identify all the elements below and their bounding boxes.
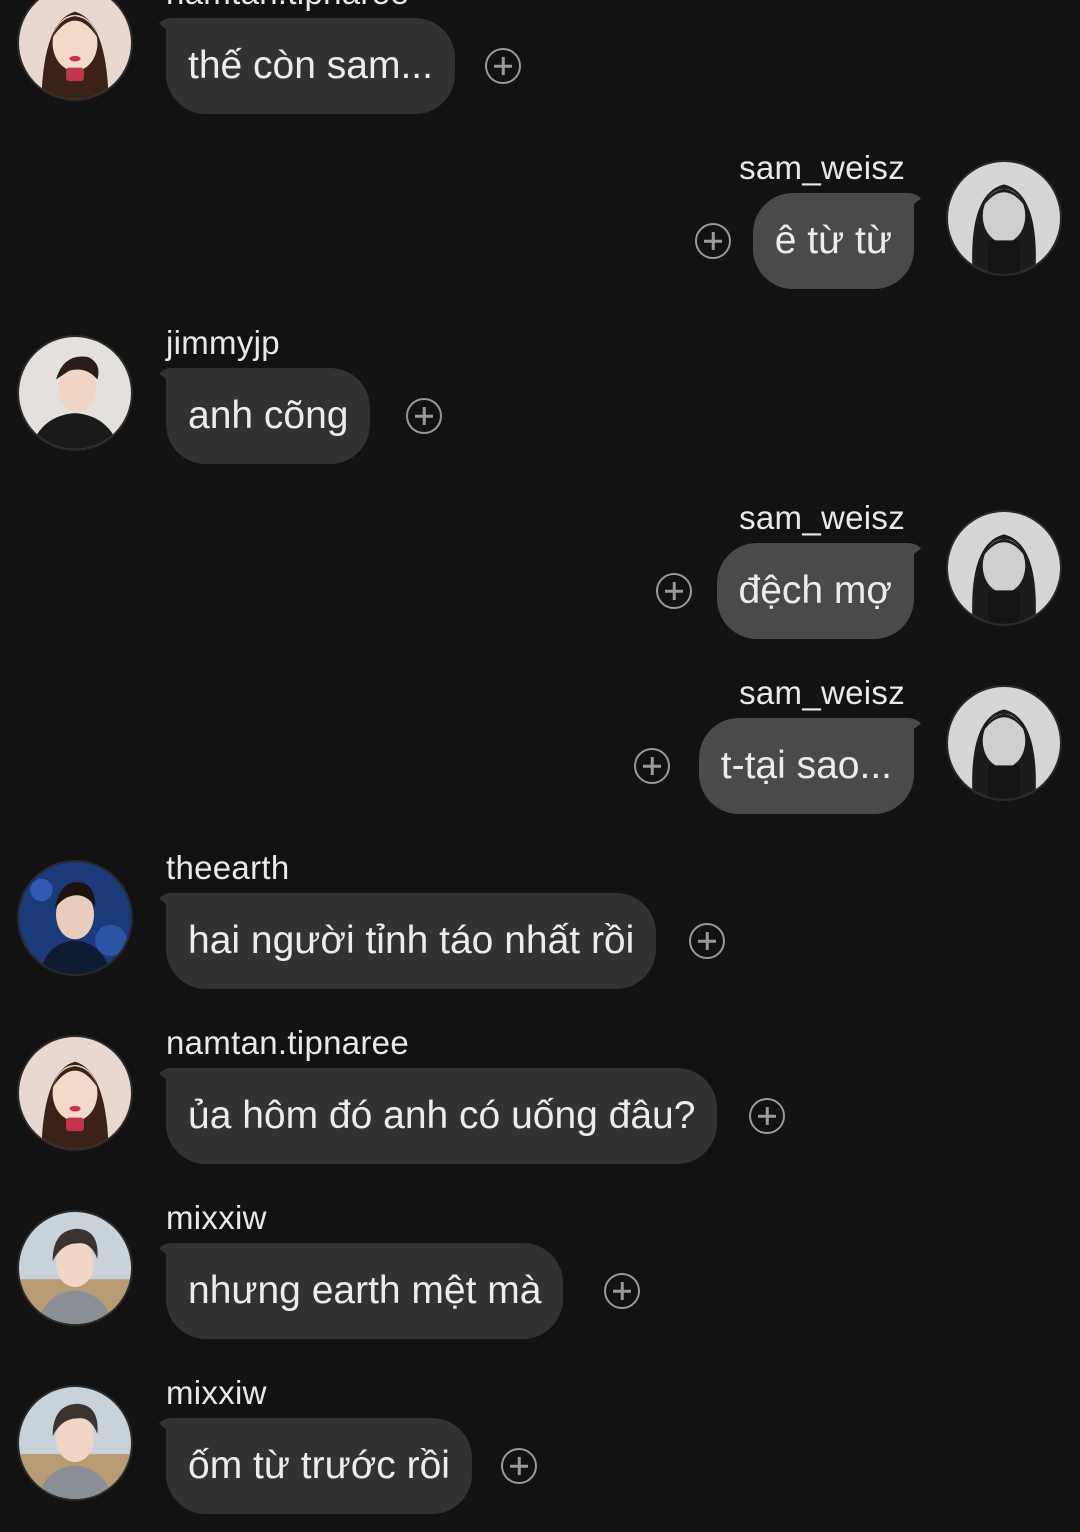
- message-row: namtan.tipnaree thế còn sam...: [0, 0, 1080, 115]
- add-reaction-icon[interactable]: [604, 1273, 640, 1309]
- username: theearth: [166, 849, 290, 886]
- message-bubble[interactable]: ốm từ trước rồi: [166, 1418, 472, 1514]
- message-bubble[interactable]: hai người tỉnh táo nhất rồi: [166, 893, 657, 989]
- message-bubble[interactable]: ủa hôm đó anh có uống đâu?: [166, 1068, 718, 1164]
- add-reaction-icon[interactable]: [634, 748, 670, 784]
- username: sam_weisz: [739, 674, 905, 711]
- avatar[interactable]: [17, 0, 133, 101]
- chat-thread: namtan.tipnaree thế còn sam... sam_weisz…: [0, 0, 1080, 1532]
- message-row: jimmyjp anh cõng: [0, 324, 1080, 465]
- message-row: sam_weisz đệch mợ: [0, 499, 1080, 640]
- add-reaction-icon[interactable]: [501, 1448, 537, 1484]
- username: namtan.tipnaree: [166, 0, 409, 13]
- username: sam_weisz: [739, 499, 905, 536]
- avatar[interactable]: [17, 1035, 133, 1151]
- female-portrait-icon: [19, 0, 131, 99]
- message-row: sam_weisz ê từ từ: [0, 149, 1080, 290]
- avatar[interactable]: [17, 860, 133, 976]
- avatar[interactable]: [946, 160, 1062, 276]
- add-reaction-icon[interactable]: [689, 923, 725, 959]
- username: namtan.tipnaree: [166, 1024, 409, 1061]
- message-bubble[interactable]: anh cõng: [166, 368, 371, 464]
- message-bubble[interactable]: nhưng earth mệt mà: [166, 1243, 564, 1339]
- message-bubble[interactable]: thế còn sam...: [166, 18, 455, 114]
- female-bw-portrait-icon: [948, 512, 1060, 624]
- female-bw-portrait-icon: [948, 687, 1060, 799]
- message-row: namtan.tipnaree ủa hôm đó anh có uống đâ…: [0, 1024, 1080, 1165]
- message-bubble[interactable]: t-tại sao...: [698, 718, 914, 814]
- message-bubble[interactable]: ê từ từ: [752, 193, 914, 289]
- message-row: theearth hai người tỉnh táo nhất rồi: [0, 849, 1080, 990]
- add-reaction-icon[interactable]: [406, 398, 442, 434]
- add-reaction-icon[interactable]: [749, 1098, 785, 1134]
- avatar[interactable]: [17, 335, 133, 451]
- female-portrait-icon: [19, 1037, 131, 1149]
- username: mixxiw: [166, 1374, 267, 1411]
- message-row: sam_weisz t-tại sao...: [0, 674, 1080, 815]
- avatar[interactable]: [946, 510, 1062, 626]
- avatar[interactable]: [17, 1385, 133, 1501]
- avatar[interactable]: [17, 1210, 133, 1326]
- message-bubble[interactable]: đệch mợ: [716, 543, 914, 639]
- male-blue-portrait-icon: [19, 862, 131, 974]
- username: jimmyjp: [166, 324, 280, 361]
- username: sam_weisz: [739, 149, 905, 186]
- male-portrait-icon: [19, 337, 131, 449]
- avatar[interactable]: [946, 685, 1062, 801]
- female-bw-portrait-icon: [948, 162, 1060, 274]
- message-row: mixxiw nhưng earth mệt mà: [0, 1199, 1080, 1340]
- male-outdoor-portrait-icon: [19, 1212, 131, 1324]
- male-outdoor-portrait-icon: [19, 1387, 131, 1499]
- add-reaction-icon[interactable]: [485, 48, 521, 84]
- username: mixxiw: [166, 1199, 267, 1236]
- message-row: mixxiw ốm từ trước rồi: [0, 1374, 1080, 1515]
- add-reaction-icon[interactable]: [695, 223, 731, 259]
- add-reaction-icon[interactable]: [656, 573, 692, 609]
